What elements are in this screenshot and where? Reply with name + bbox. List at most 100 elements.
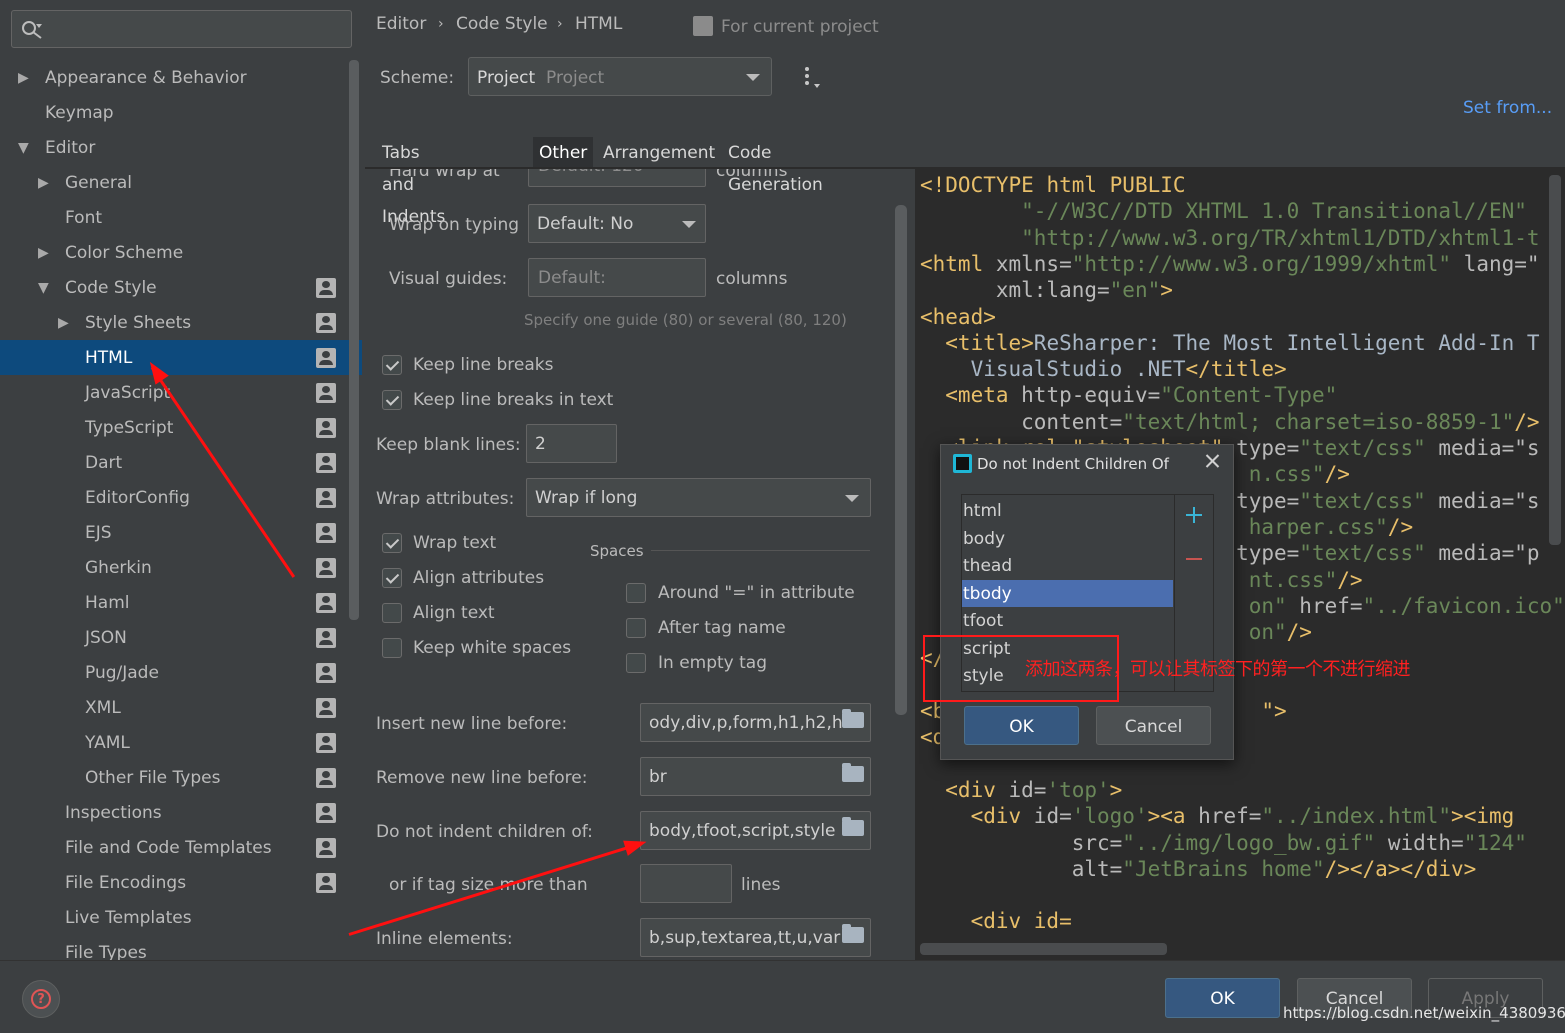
sidebar-item[interactable]: JSON <box>0 620 362 655</box>
around-eq-checkbox[interactable] <box>626 583 646 603</box>
sidebar-item[interactable]: XML <box>0 690 362 725</box>
sidebar-item[interactable]: Haml <box>0 585 362 620</box>
keep-blank-lines-label: Keep blank lines: <box>376 435 521 455</box>
visual-guides-input[interactable]: Default: <box>528 258 706 297</box>
sidebar-item[interactable]: TypeScript <box>0 410 362 445</box>
align-attributes-checkbox[interactable] <box>382 568 402 588</box>
sidebar-item[interactable]: ▶ Color Scheme <box>0 235 362 270</box>
wrap-on-typing-select[interactable]: Default: No <box>528 204 706 243</box>
close-icon[interactable] <box>1203 451 1223 471</box>
insert-new-line-label: Insert new line before: <box>376 714 568 734</box>
sidebar-item[interactable]: ▶ Style Sheets <box>0 305 362 340</box>
tab-other[interactable]: Other <box>533 137 594 167</box>
code-token: "../favicon.ico" <box>1362 593 1565 618</box>
chevron-down-icon[interactable]: ▼ <box>18 140 29 156</box>
keep-blank-lines-input[interactable]: 2 <box>526 424 617 463</box>
sidebar-item[interactable]: Dart <box>0 445 362 480</box>
after-tag-name-checkbox[interactable] <box>626 618 646 638</box>
sidebar-item[interactable]: Gherkin <box>0 550 362 585</box>
do-not-indent-input[interactable]: body,tfoot,script,style <box>640 811 871 850</box>
sidebar-item-label: Live Templates <box>65 907 192 928</box>
tab-code-generation[interactable]: Code Generation <box>722 137 829 195</box>
sidebar-item-label: Color Scheme <box>65 242 184 263</box>
dialog-cancel-button[interactable]: Cancel <box>1096 706 1211 745</box>
settings-scrollbar[interactable] <box>895 205 907 715</box>
code-token: ReSharper: The Most Intelligent Add-In T <box>1033 330 1540 355</box>
code-token: <title> <box>920 330 1034 355</box>
sidebar-item[interactable]: Pug/Jade <box>0 655 362 690</box>
more-options-icon[interactable] <box>805 67 820 91</box>
list-item[interactable]: tbody <box>962 579 1173 607</box>
folder-icon[interactable] <box>842 763 864 782</box>
folder-icon[interactable] <box>842 709 864 728</box>
set-from-link[interactable]: Set from... <box>1463 98 1552 118</box>
list-item[interactable]: html <box>962 497 1173 524</box>
sidebar-item[interactable]: Inspections <box>0 795 362 830</box>
code-token: <html <box>920 251 984 276</box>
sidebar-item[interactable]: EJS <box>0 515 362 550</box>
code-token: <div <box>920 804 1022 829</box>
chevron-right-icon[interactable]: ▶ <box>58 315 69 331</box>
folder-icon[interactable] <box>842 924 864 943</box>
remove-new-line-value: br <box>649 767 667 787</box>
wrap-text-checkbox[interactable] <box>382 533 402 553</box>
remove-icon[interactable] <box>1186 558 1202 560</box>
sidebar-item[interactable]: HTML <box>0 340 362 375</box>
sidebar-scrollbar[interactable] <box>349 60 359 620</box>
list-item[interactable]: body <box>962 525 1173 552</box>
code-token: id= <box>1021 804 1072 829</box>
inline-elements-input[interactable]: b,sup,textarea,tt,u,var <box>640 918 871 957</box>
sidebar-item[interactable]: Keymap <box>0 95 362 130</box>
code-token: "JetBrains home" <box>1122 856 1325 881</box>
sidebar-item[interactable]: ▼ Code Style <box>0 270 362 305</box>
folder-icon[interactable] <box>842 817 864 836</box>
code-line: xml:lang="en"> <box>920 278 1173 302</box>
keep-line-breaks-checkbox[interactable] <box>382 355 402 375</box>
tag-size-input[interactable] <box>640 864 732 903</box>
sidebar-item[interactable]: JavaScript <box>0 375 362 410</box>
sidebar-item[interactable]: YAML <box>0 725 362 760</box>
sidebar-item-label: HTML <box>85 347 133 368</box>
code-token: content= <box>920 409 1123 434</box>
chevron-right-icon[interactable]: ▶ <box>38 175 49 191</box>
sidebar-item[interactable]: File and Code Templates <box>0 830 362 865</box>
code-token: "en" <box>1109 278 1161 303</box>
code-vertical-scrollbar[interactable] <box>1549 175 1561 545</box>
sidebar-item-label: Appearance & Behavior <box>45 67 247 88</box>
ok-button[interactable]: OK <box>1165 978 1280 1018</box>
code-horizontal-scrollbar[interactable] <box>920 943 1167 955</box>
remove-new-line-input[interactable]: br <box>640 757 871 796</box>
wrap-attributes-select[interactable]: Wrap if long <box>526 478 871 517</box>
add-icon[interactable] <box>1186 507 1202 523</box>
tab-arrangement[interactable]: Arrangement <box>597 137 722 167</box>
chevron-right-icon[interactable]: ▶ <box>18 70 29 86</box>
sidebar-item[interactable]: ▶ Appearance & Behavior <box>0 60 362 95</box>
align-text-checkbox[interactable] <box>382 603 402 623</box>
keep-line-breaks-text-checkbox[interactable] <box>382 390 402 410</box>
in-empty-tag-checkbox[interactable] <box>626 653 646 673</box>
insert-new-line-input[interactable]: ody,div,p,form,h1,h2,h3 <box>640 703 871 742</box>
code-token: "-//W3C//DTD XHTML 1.0 Transitional//EN" <box>920 199 1527 224</box>
keep-white-spaces-checkbox[interactable] <box>382 638 402 658</box>
list-item[interactable]: thead <box>962 552 1173 579</box>
breadcrumb-editor[interactable]: Editor <box>376 14 426 34</box>
hard-wrap-input[interactable]: Default: 120 <box>528 169 706 187</box>
chevron-down-icon[interactable]: ▼ <box>38 280 49 296</box>
sidebar-item[interactable]: File Encodings <box>0 865 362 900</box>
chevron-right-icon[interactable]: ▶ <box>38 245 49 261</box>
sidebar-item[interactable]: ▼ Editor <box>0 130 362 165</box>
sidebar-item[interactable]: Live Templates <box>0 900 362 935</box>
sidebar-item[interactable]: Other File Types <box>0 760 362 795</box>
sidebar-item[interactable]: Font <box>0 200 362 235</box>
help-button[interactable]: ? <box>22 980 60 1018</box>
list-item[interactable]: tfoot <box>962 607 1173 634</box>
tab-tabs-and-indents[interactable]: Tabs and Indents <box>376 137 452 227</box>
sidebar-item[interactable]: ▶ General <box>0 165 362 200</box>
dialog-ok-button[interactable]: OK <box>964 706 1079 745</box>
search-icon <box>22 21 42 39</box>
breadcrumb-code-style[interactable]: Code Style <box>456 14 548 34</box>
inline-elements-value: b,sup,textarea,tt,u,var <box>649 928 841 948</box>
settings-search-input[interactable] <box>11 10 352 48</box>
sidebar-item[interactable]: EditorConfig <box>0 480 362 515</box>
scheme-select[interactable]: Project Project <box>468 57 772 96</box>
